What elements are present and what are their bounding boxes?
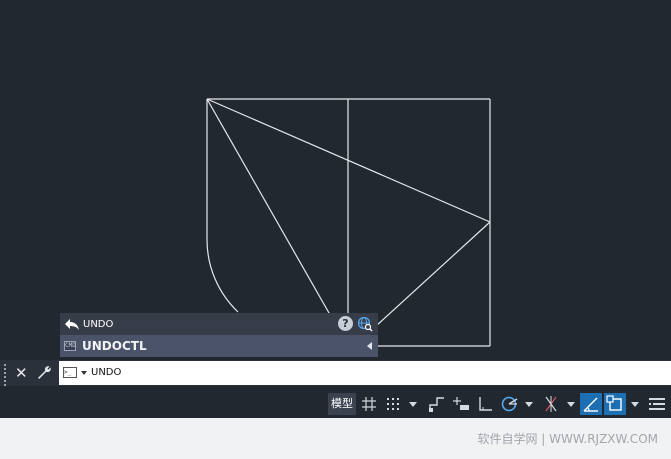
polar-dropdown-icon[interactable]	[524, 393, 534, 415]
status-bar: 模型	[0, 390, 671, 418]
infer-constraints-icon[interactable]	[426, 393, 448, 415]
object-snap-icon[interactable]	[604, 393, 626, 415]
wrench-icon[interactable]	[36, 365, 52, 381]
history-item-label: UNDO	[83, 318, 114, 330]
customization-menu-icon[interactable]	[646, 393, 668, 415]
grid-icon[interactable]	[358, 393, 380, 415]
suggestion-label: UNDOCTL	[82, 339, 147, 353]
isodraft-icon[interactable]	[540, 393, 562, 415]
snap-dots-icon[interactable]	[382, 393, 404, 415]
isodraft-dropdown-icon[interactable]	[566, 393, 576, 415]
corner-arc	[206, 239, 239, 313]
ortho-mode-icon[interactable]	[474, 393, 496, 415]
snap-dropdown-icon[interactable]	[408, 393, 418, 415]
autocomplete-popup: UNDO ? CMD UNDOCTL	[60, 313, 378, 357]
recent-commands-dropdown-icon[interactable]	[81, 371, 87, 375]
command-input-value: UNDO	[91, 367, 122, 378]
dynamic-input-icon[interactable]	[450, 393, 472, 415]
object-snap-tracking-icon[interactable]	[580, 393, 602, 415]
diagonal-line-steep	[206, 98, 334, 321]
object-snap-dropdown-icon[interactable]	[630, 393, 640, 415]
expand-left-icon[interactable]	[367, 342, 372, 350]
command-icon: CMD	[64, 341, 76, 351]
watermark-footer: 软件自学网 | WWW.RJZXW.COM	[0, 418, 671, 459]
undo-arrow-icon	[65, 319, 79, 330]
autocomplete-suggestion-undoctl[interactable]: CMD UNDOCTL	[60, 335, 378, 357]
close-icon[interactable]: ✕	[15, 364, 29, 382]
polar-tracking-icon[interactable]	[498, 393, 520, 415]
search-web-icon[interactable]	[357, 316, 373, 332]
command-line-bar: ✕ >_ UNDO	[0, 360, 671, 402]
command-input[interactable]: >_ UNDO	[59, 361, 671, 385]
help-icon[interactable]: ?	[338, 316, 353, 331]
drawing-canvas[interactable]	[0, 0, 671, 360]
autocomplete-history-item[interactable]: UNDO ?	[60, 313, 378, 335]
command-prompt-icon[interactable]: >_	[63, 367, 77, 378]
model-space-button[interactable]: 模型	[328, 393, 356, 415]
drawing-geometry	[206, 98, 491, 347]
diagonal-line-return	[375, 221, 491, 327]
watermark-text: 软件自学网 | WWW.RJZXW.COM	[477, 432, 658, 446]
drag-grip-icon[interactable]	[4, 364, 10, 402]
